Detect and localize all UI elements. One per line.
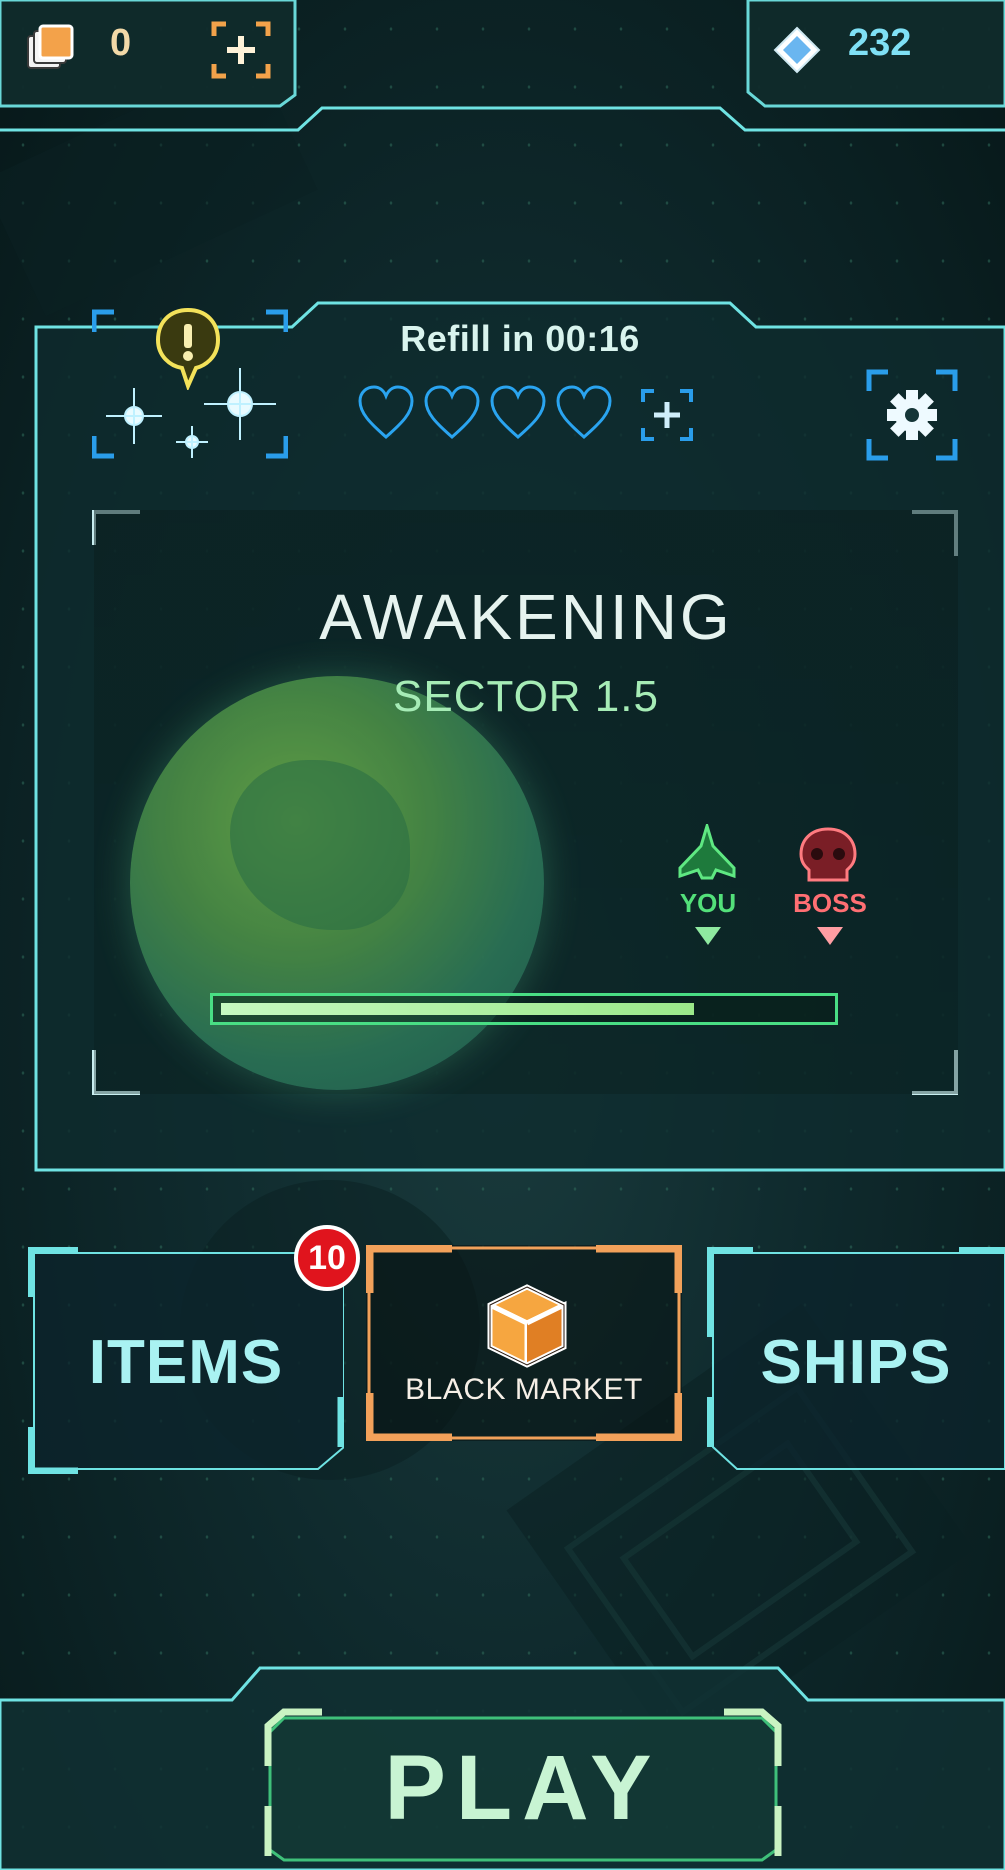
level-progress-bar: [210, 993, 838, 1025]
boss-marker: BOSS: [782, 826, 878, 945]
player-marker: YOU: [664, 826, 752, 945]
black-market-button[interactable]: BLACK MARKET: [366, 1245, 682, 1441]
player-marker-label: YOU: [679, 888, 737, 918]
crate-icon: [487, 1284, 567, 1368]
add-cards-icon[interactable]: [210, 20, 272, 80]
refill-timer: Refill in 00:16: [400, 318, 640, 359]
heart-outline-icon: [490, 385, 546, 439]
diamond-icon: [773, 26, 821, 74]
cards-stack-icon: [27, 24, 74, 69]
heart-outline-icon: [556, 385, 612, 439]
ships-button-label: SHIPS: [760, 1328, 952, 1397]
gear-icon[interactable]: [866, 369, 958, 461]
boss-marker-label: BOSS: [793, 888, 867, 918]
black-market-label: BLACK MARKET: [405, 1373, 643, 1406]
ships-button[interactable]: SHIPS: [707, 1247, 1005, 1474]
play-button[interactable]: PLAY: [262, 1706, 784, 1864]
level-title: AWAKENING: [319, 581, 733, 653]
alert-exclamation-icon[interactable]: [154, 306, 222, 390]
items-count-badge: 10: [294, 1225, 360, 1291]
lives-row: [356, 383, 614, 443]
add-lives-icon[interactable]: [640, 388, 694, 442]
heart-outline-icon: [358, 385, 414, 439]
gems-count: 232: [848, 22, 912, 64]
boss-marker-arrow: [817, 927, 843, 945]
cards-count: 0: [110, 22, 132, 64]
level-sector: SECTOR 1.5: [393, 672, 659, 721]
heart-outline-icon: [424, 385, 480, 439]
items-button[interactable]: ITEMS: [28, 1247, 344, 1474]
items-button-label: ITEMS: [88, 1328, 284, 1397]
player-marker-arrow: [695, 927, 721, 945]
top-bar: [0, 0, 1005, 132]
level-progress-fill: [221, 1003, 694, 1015]
play-button-label: PLAY: [384, 1737, 662, 1839]
